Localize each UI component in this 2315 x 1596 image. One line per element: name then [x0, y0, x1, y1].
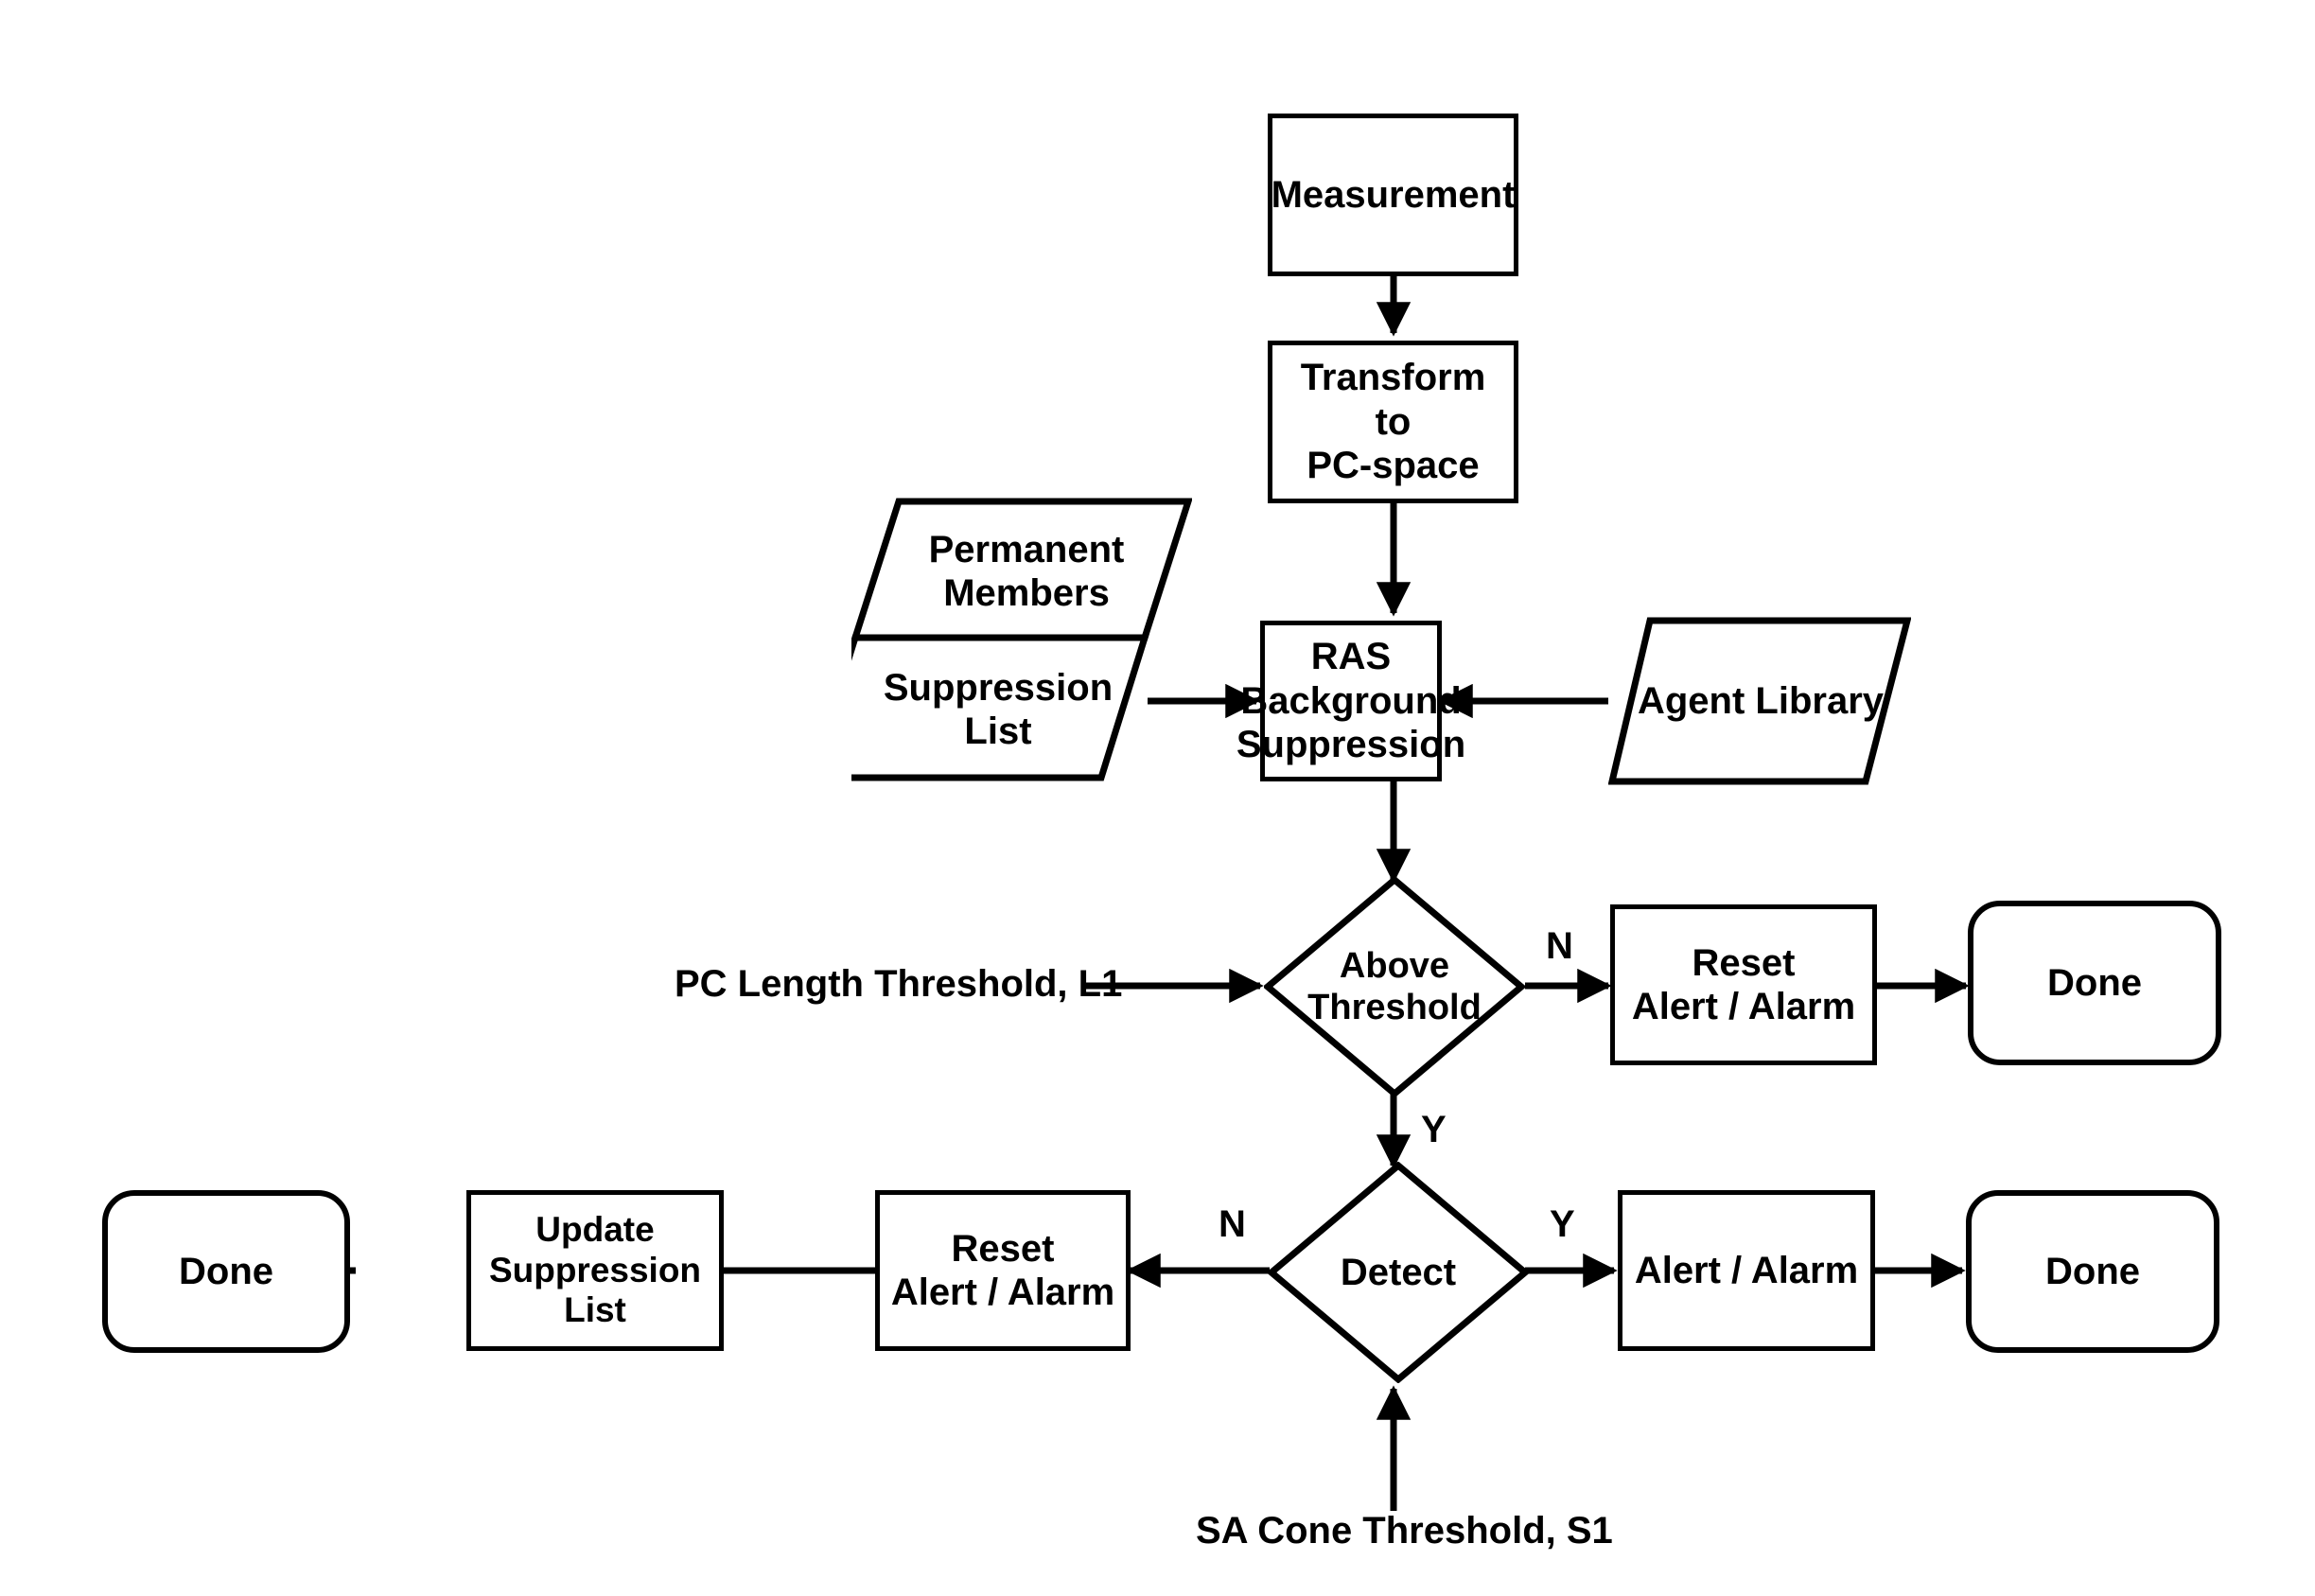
- node-update-suppression-list-label: Update Suppression List: [488, 1209, 702, 1330]
- node-reset-alert-alarm-bottom-label: Reset Alert / Alarm: [890, 1227, 1115, 1313]
- node-done-top-right-label: Done: [2047, 961, 2142, 1004]
- node-agent-library-label: Agent Library: [1637, 679, 1885, 722]
- node-detect-label: Detect: [1340, 1251, 1457, 1293]
- node-permanent-members-label-wrap: Permanent Members: [870, 505, 1183, 638]
- node-reset-alert-alarm-top-label: Reset Alert / Alarm: [1631, 941, 1856, 1027]
- input-label-pc-length-threshold: PC Length Threshold, L1: [675, 963, 1123, 1005]
- node-measurement[interactable]: Measurement: [1268, 114, 1518, 276]
- node-measurement-label: Measurement: [1271, 173, 1516, 216]
- node-detect-label-wrap: Detect: [1268, 1162, 1529, 1383]
- node-suppression-list-label: Suppression List: [883, 666, 1114, 752]
- node-transform-to-pc-space-label: Transform to PC-space: [1300, 357, 1486, 487]
- flowchart-connectors: [276, 276, 1970, 1511]
- branch-label-detect-no: N: [1219, 1203, 1246, 1245]
- node-done-top-right[interactable]: Done: [1968, 901, 2221, 1065]
- node-transform-to-pc-space[interactable]: Transform to PC-space: [1268, 341, 1518, 503]
- branch-label-above-threshold-yes: Y: [1421, 1109, 1447, 1150]
- node-ras-background-suppression-label: RAS Background Suppression: [1236, 636, 1466, 766]
- node-above-threshold[interactable]: Above Threshold: [1264, 876, 1525, 1097]
- node-suppression-list-label-wrap: Suppression List: [842, 643, 1154, 776]
- node-done-bottom-left-label: Done: [179, 1250, 273, 1292]
- node-ras-background-suppression[interactable]: RAS Background Suppression: [1236, 621, 1465, 781]
- node-alert-alarm-label: Alert / Alarm: [1634, 1249, 1859, 1291]
- node-above-threshold-label: Above Threshold: [1307, 945, 1482, 1027]
- input-label-sa-cone-threshold: SA Cone Threshold, S1: [1196, 1510, 1613, 1552]
- node-done-bottom-right-label: Done: [2045, 1250, 2140, 1292]
- node-reset-alert-alarm-top[interactable]: Reset Alert / Alarm: [1610, 904, 1877, 1065]
- node-above-threshold-label-wrap: Above Threshold: [1264, 876, 1525, 1097]
- node-agent-library-label-wrap: Agent Library: [1614, 617, 1907, 785]
- branch-label-above-threshold-no: N: [1546, 925, 1573, 967]
- node-alert-alarm[interactable]: Alert / Alarm: [1618, 1190, 1875, 1351]
- node-done-bottom-left[interactable]: Done: [102, 1190, 350, 1353]
- node-update-suppression-list[interactable]: Update Suppression List: [466, 1190, 724, 1351]
- flowchart-canvas: Measurement Transform to PC-space Perman…: [0, 0, 2315, 1596]
- node-detect[interactable]: Detect: [1268, 1162, 1529, 1383]
- node-reset-alert-alarm-bottom[interactable]: Reset Alert / Alarm: [875, 1190, 1131, 1351]
- branch-label-detect-yes: Y: [1550, 1203, 1575, 1245]
- node-done-bottom-right[interactable]: Done: [1966, 1190, 2219, 1353]
- node-permanent-members-label: Permanent Members: [928, 528, 1125, 614]
